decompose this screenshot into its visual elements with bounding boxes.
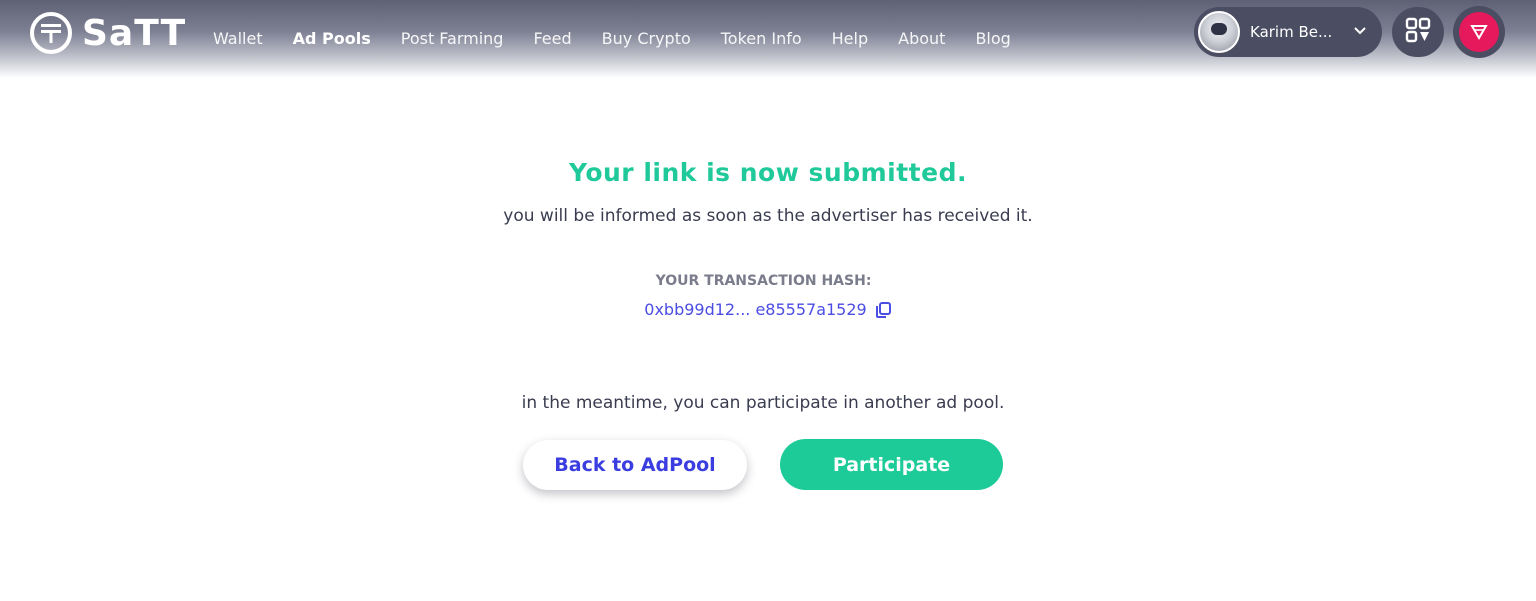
meantime-message: in the meantime, you can participate in … bbox=[521, 393, 1005, 413]
user-name: Karim Be... bbox=[1250, 23, 1333, 41]
page-title: Your link is now submitted. bbox=[569, 158, 967, 187]
nav-item-buy-crypto[interactable]: Buy Crypto bbox=[602, 29, 691, 48]
copy-icon[interactable] bbox=[874, 301, 892, 319]
user-menu-button[interactable]: Karim Be... bbox=[1194, 7, 1382, 57]
nav-item-post-farming[interactable]: Post Farming bbox=[401, 29, 504, 48]
main-nav: Wallet Ad Pools Post Farming Feed Buy Cr… bbox=[213, 29, 1041, 48]
brand-name: SaTT bbox=[82, 12, 187, 54]
nav-item-token-info[interactable]: Token Info bbox=[721, 29, 802, 48]
nav-item-about[interactable]: About bbox=[898, 29, 945, 48]
nav-item-blog[interactable]: Blog bbox=[975, 29, 1010, 48]
rewards-button[interactable] bbox=[1453, 6, 1505, 58]
transaction-hash-link[interactable]: 0xbb99d12... e85557a1529 bbox=[644, 300, 866, 319]
nav-item-wallet[interactable]: Wallet bbox=[213, 29, 263, 48]
back-to-adpool-button[interactable]: Back to AdPool bbox=[523, 440, 747, 490]
nav-item-feed[interactable]: Feed bbox=[533, 29, 571, 48]
participate-button[interactable]: Participate bbox=[780, 439, 1003, 490]
transaction-hash-row: 0xbb99d12... e85557a1529 bbox=[0, 300, 1536, 319]
gem-icon bbox=[1459, 12, 1499, 52]
brand-logo[interactable]: SaTT bbox=[30, 9, 186, 57]
top-navigation-bar: SaTT Wallet Ad Pools Post Farming Feed B… bbox=[0, 0, 1536, 78]
satt-logo-icon bbox=[30, 12, 72, 54]
avatar bbox=[1198, 11, 1240, 53]
confirmation-message: you will be informed as soon as the adve… bbox=[503, 206, 1033, 226]
chevron-down-icon bbox=[1354, 24, 1366, 38]
nav-item-ad-pools[interactable]: Ad Pools bbox=[293, 29, 371, 48]
transaction-hash-label: YOUR TRANSACTION HASH: bbox=[655, 273, 872, 289]
qr-code-icon bbox=[1405, 17, 1431, 48]
nav-item-help[interactable]: Help bbox=[832, 29, 868, 48]
qr-code-button[interactable] bbox=[1392, 7, 1444, 57]
